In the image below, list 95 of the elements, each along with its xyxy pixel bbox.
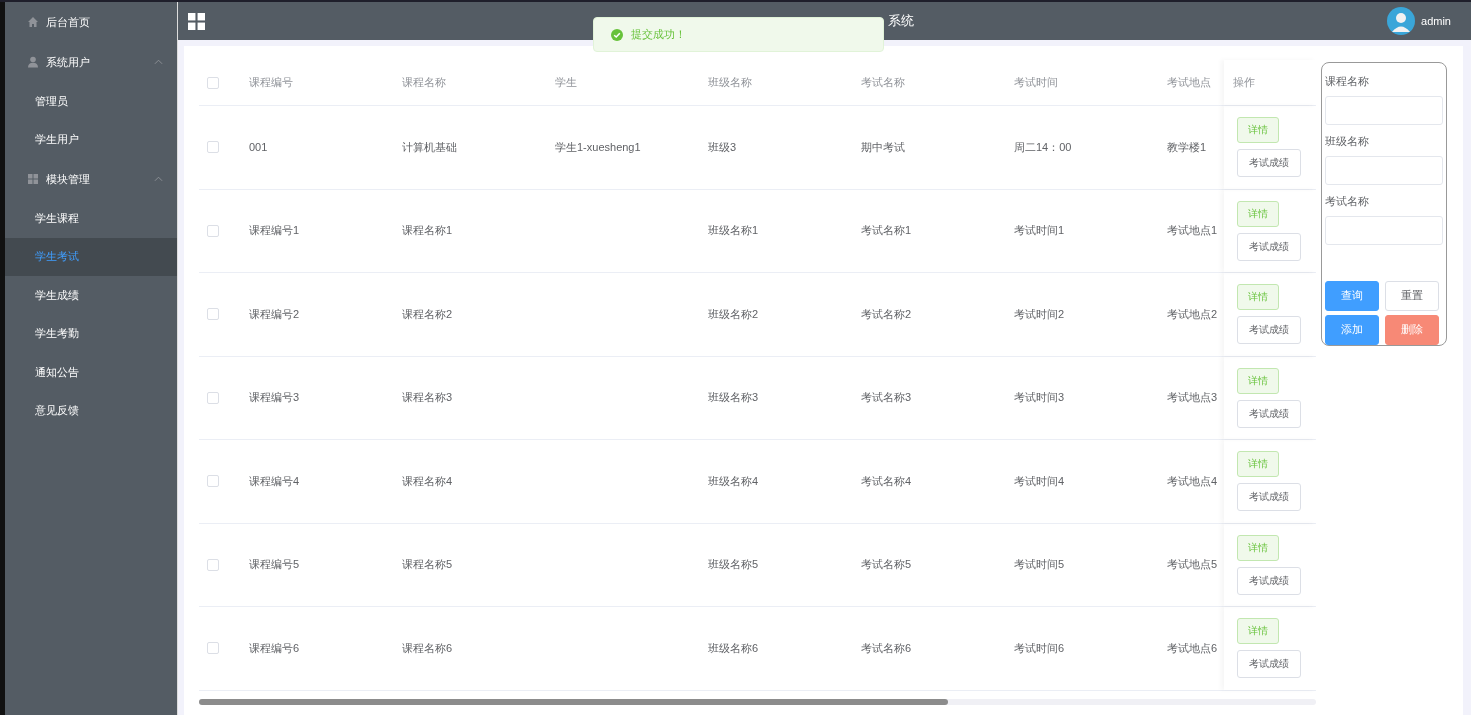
table-cell: 考试名称6 — [861, 640, 912, 656]
score-button[interactable]: 考试成绩 — [1237, 566, 1301, 595]
site-title: 系统 — [888, 12, 914, 30]
checkbox[interactable] — [207, 308, 219, 321]
table-cell: 期中考试 — [861, 139, 905, 155]
score-button[interactable]: 考试成绩 — [1237, 316, 1301, 345]
table-cell: 考试时间6 — [1014, 640, 1065, 656]
table-cell: 班级名称3 — [708, 390, 759, 406]
column-header: 考试时间 — [1014, 75, 1058, 90]
sidebar-item[interactable]: 通知公告 — [5, 353, 177, 392]
check-circle-icon — [611, 28, 623, 41]
sidebar-item[interactable]: 学生成绩 — [5, 276, 177, 315]
table-cell: 课程名称4 — [402, 473, 453, 489]
column-header: 考试名称 — [861, 75, 905, 90]
table-cell: 考试时间2 — [1014, 306, 1065, 322]
table-cell: 考试名称4 — [861, 473, 912, 489]
menu-icon[interactable] — [188, 12, 205, 30]
checkbox[interactable] — [207, 391, 219, 404]
table-cell: 课程名称6 — [402, 640, 453, 656]
input-field[interactable] — [1325, 96, 1443, 125]
table-cell: 班级名称5 — [708, 557, 759, 573]
table-cell: 课程名称2 — [402, 306, 453, 322]
table-cell: 课程编号6 — [249, 640, 300, 656]
column-header: 操作 — [1233, 75, 1255, 90]
score-button[interactable]: 考试成绩 — [1237, 149, 1301, 178]
sidebar-item[interactable]: 系统用户 — [5, 42, 177, 82]
table-cell: 考试时间4 — [1014, 473, 1065, 489]
score-button[interactable]: 考试成绩 — [1237, 232, 1301, 261]
table-cell: 考试地点6 — [1167, 640, 1218, 656]
column-header: 课程编号 — [249, 75, 293, 90]
home-icon — [27, 16, 39, 28]
toast-message: 提交成功！ — [631, 27, 686, 42]
action-button[interactable]: 重置 — [1385, 281, 1439, 311]
table-cell: 001 — [249, 141, 268, 154]
table-cell: 课程编号3 — [249, 390, 300, 406]
sidebar-item[interactable]: 后台首页 — [5, 2, 177, 42]
field-label: 课程名称 — [1325, 75, 1370, 89]
table-cell: 课程名称3 — [402, 390, 453, 406]
checkbox[interactable] — [207, 642, 219, 655]
sidebar-item[interactable]: 意见反馈 — [5, 391, 177, 430]
table-cell: 考试名称5 — [861, 557, 912, 573]
table-cell: 考试地点3 — [1167, 390, 1218, 406]
user-icon — [27, 56, 39, 68]
sidebar-item[interactable]: 学生课程 — [5, 199, 177, 238]
column-header: 班级名称 — [708, 75, 752, 90]
table-cell: 考试时间3 — [1014, 390, 1065, 406]
table-cell: 学生1-xuesheng1 — [555, 139, 641, 155]
table-cell: 课程编号5 — [249, 557, 300, 573]
table-cell: 考试名称1 — [861, 223, 912, 239]
grid-icon — [27, 173, 39, 185]
score-button[interactable]: 考试成绩 — [1237, 650, 1301, 679]
table-cell: 课程编号4 — [249, 473, 300, 489]
field-label: 考试名称 — [1325, 195, 1370, 209]
table-cell: 班级名称4 — [708, 473, 759, 489]
table-cell: 考试名称2 — [861, 306, 912, 322]
column-header: 课程名称 — [402, 75, 446, 90]
column-header: 考试地点 — [1167, 75, 1211, 90]
horizontal-scrollbar[interactable] — [199, 698, 1316, 705]
avatar-icon[interactable] — [1387, 7, 1416, 35]
table-cell: 考试时间1 — [1014, 223, 1065, 239]
chevron-up-icon — [154, 176, 163, 182]
table-cell: 计算机基础 — [402, 139, 457, 155]
table-cell: 课程名称1 — [402, 223, 453, 239]
table-cell: 考试地点4 — [1167, 473, 1218, 489]
sidebar-item[interactable]: 管理员 — [5, 82, 177, 121]
table-cell: 课程编号2 — [249, 306, 300, 322]
score-button[interactable]: 考试成绩 — [1237, 483, 1301, 512]
sidebar-item[interactable]: 学生用户 — [5, 120, 177, 159]
table-cell: 周二14：00 — [1014, 139, 1072, 155]
sidebar-item[interactable]: 学生考勤 — [5, 314, 177, 353]
checkbox[interactable] — [207, 76, 219, 89]
table-cell: 班级名称6 — [708, 640, 759, 656]
checkbox[interactable] — [207, 558, 219, 571]
table-cell: 班级名称1 — [708, 223, 759, 239]
table-cell: 教学楼1 — [1167, 139, 1207, 155]
column-header: 学生 — [555, 75, 577, 90]
checkbox[interactable] — [207, 224, 219, 237]
sidebar-item[interactable]: 模块管理 — [5, 159, 177, 199]
score-button[interactable]: 考试成绩 — [1237, 399, 1301, 428]
field-label: 班级名称 — [1325, 135, 1370, 149]
checkbox[interactable] — [207, 475, 219, 488]
table-cell: 考试地点1 — [1167, 223, 1218, 239]
table-cell: 考试名称3 — [861, 390, 912, 406]
table-cell: 考试时间5 — [1014, 557, 1065, 573]
checkbox[interactable] — [207, 141, 219, 154]
chevron-up-icon — [154, 59, 163, 65]
table-cell: 班级名称2 — [708, 306, 759, 322]
table-cell: 课程编号1 — [249, 223, 300, 239]
table-cell: 考试地点5 — [1167, 557, 1218, 573]
table-cell: 课程名称5 — [402, 557, 453, 573]
input-field[interactable] — [1325, 216, 1443, 245]
username[interactable]: admin — [1421, 15, 1451, 27]
table-cell: 考试地点2 — [1167, 306, 1218, 322]
table-cell: 班级3 — [708, 139, 737, 155]
input-field[interactable] — [1325, 156, 1443, 185]
